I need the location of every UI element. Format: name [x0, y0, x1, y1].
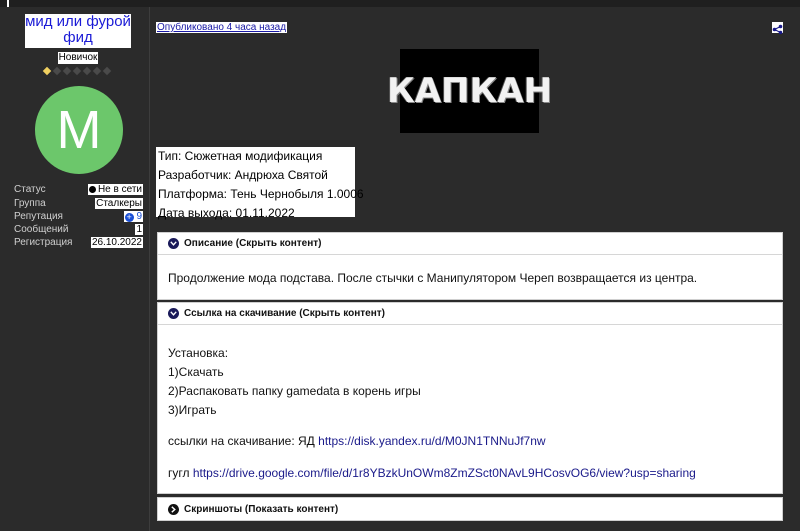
- install-heading: Установка:: [168, 346, 229, 360]
- rank-pip: [82, 66, 92, 76]
- author-rank: Новичок: [58, 52, 98, 64]
- rank-pip: [42, 66, 52, 76]
- spoiler-description-body: Продолжение мода подстава. После стычки …: [158, 255, 782, 285]
- rank-pip: [72, 66, 82, 76]
- posts-value: 1: [135, 224, 143, 235]
- info-developer: Разработчик: Андрюха Святой: [158, 168, 328, 182]
- posts-label: Сообщений: [14, 224, 69, 235]
- chevron-down-icon: [168, 308, 179, 319]
- install-step: 1)Скачать: [168, 365, 224, 379]
- reputation-number: 9: [136, 211, 142, 222]
- spoiler-download-body: Установка: 1)Скачать 2)Распаковать папку…: [158, 325, 782, 483]
- spoiler-download-title: Ссылка на скачивание (Скрыть контент): [184, 308, 385, 319]
- sidebar-divider: [149, 7, 150, 531]
- status-badge: Не в сети: [87, 184, 143, 195]
- spoiler-description-toggle[interactable]: Описание (Скрыть контент): [158, 233, 782, 255]
- offline-dot-icon: [88, 186, 96, 193]
- rank-pip: [102, 66, 112, 76]
- group-label: Группа: [14, 198, 46, 209]
- yandex-line: ссылки на скачивание: ЯД https://disk.ya…: [168, 432, 782, 451]
- info-type: Тип: Сюжетная модификация: [158, 149, 323, 163]
- yandex-disk-link[interactable]: https://disk.yandex.ru/d/M0JN1TNNuJf7nw: [318, 434, 545, 448]
- yandex-label: ссылки на скачивание: ЯД: [168, 434, 319, 448]
- status-label: Статус: [14, 184, 46, 195]
- avatar[interactable]: M: [35, 86, 123, 174]
- author-username[interactable]: мид или фурой фид: [25, 14, 131, 48]
- plus-icon: +: [124, 212, 134, 222]
- registered-value: 26.10.2022: [90, 237, 143, 248]
- reputation-label: Репутация: [14, 211, 63, 222]
- registered-label: Регистрация: [14, 237, 73, 248]
- spoiler-description: Описание (Скрыть контент) Продолжение мо…: [157, 232, 783, 300]
- spoiler-screenshots: Скриншоты (Показать контент): [157, 497, 783, 521]
- spoiler-download: Ссылка на скачивание (Скрыть контент) Ус…: [157, 302, 783, 494]
- top-bar-tick: [7, 0, 9, 7]
- top-bar: [0, 0, 800, 7]
- banner-logo-text: КАПКАН: [386, 71, 553, 111]
- rank-pip: [62, 66, 72, 76]
- info-release: Дата выхода: 01.11.2022: [158, 206, 295, 220]
- published-time-link[interactable]: Опубликовано 4 часа назад: [156, 22, 288, 33]
- google-drive-link[interactable]: https://drive.google.com/file/d/1r8YBzkU…: [193, 466, 696, 480]
- mod-info-box: Тип: Сюжетная модификация Разработчик: А…: [156, 147, 364, 220]
- google-label: гугл: [168, 466, 193, 480]
- info-platform: Платформа: Тень Чернобыля 1.0006: [158, 187, 364, 201]
- spoiler-description-title: Описание (Скрыть контент): [184, 238, 322, 249]
- share-icon[interactable]: [772, 22, 783, 35]
- rank-pip: [52, 66, 62, 76]
- chevron-down-icon: [168, 238, 179, 249]
- spoiler-download-toggle[interactable]: Ссылка на скачивание (Скрыть контент): [158, 303, 782, 325]
- group-value: Сталкеры: [95, 198, 143, 209]
- chevron-right-icon: [168, 503, 179, 515]
- spoiler-screenshots-title: Скриншоты (Показать контент): [184, 503, 339, 515]
- spoiler-screenshots-toggle[interactable]: Скриншоты (Показать контент): [158, 498, 782, 520]
- rank-pip: [92, 66, 102, 76]
- install-step: 2)Распаковать папку gamedata в корень иг…: [168, 384, 421, 398]
- description-text: Продолжение мода подстава. После стычки …: [168, 271, 698, 285]
- mod-banner-image: КАПКАН: [387, 49, 552, 133]
- status-value: Не в сети: [97, 184, 142, 195]
- google-line: гугл https://drive.google.com/file/d/1r8…: [168, 464, 782, 483]
- install-step: 3)Играть: [168, 403, 217, 417]
- reputation-value[interactable]: + 9: [123, 211, 143, 222]
